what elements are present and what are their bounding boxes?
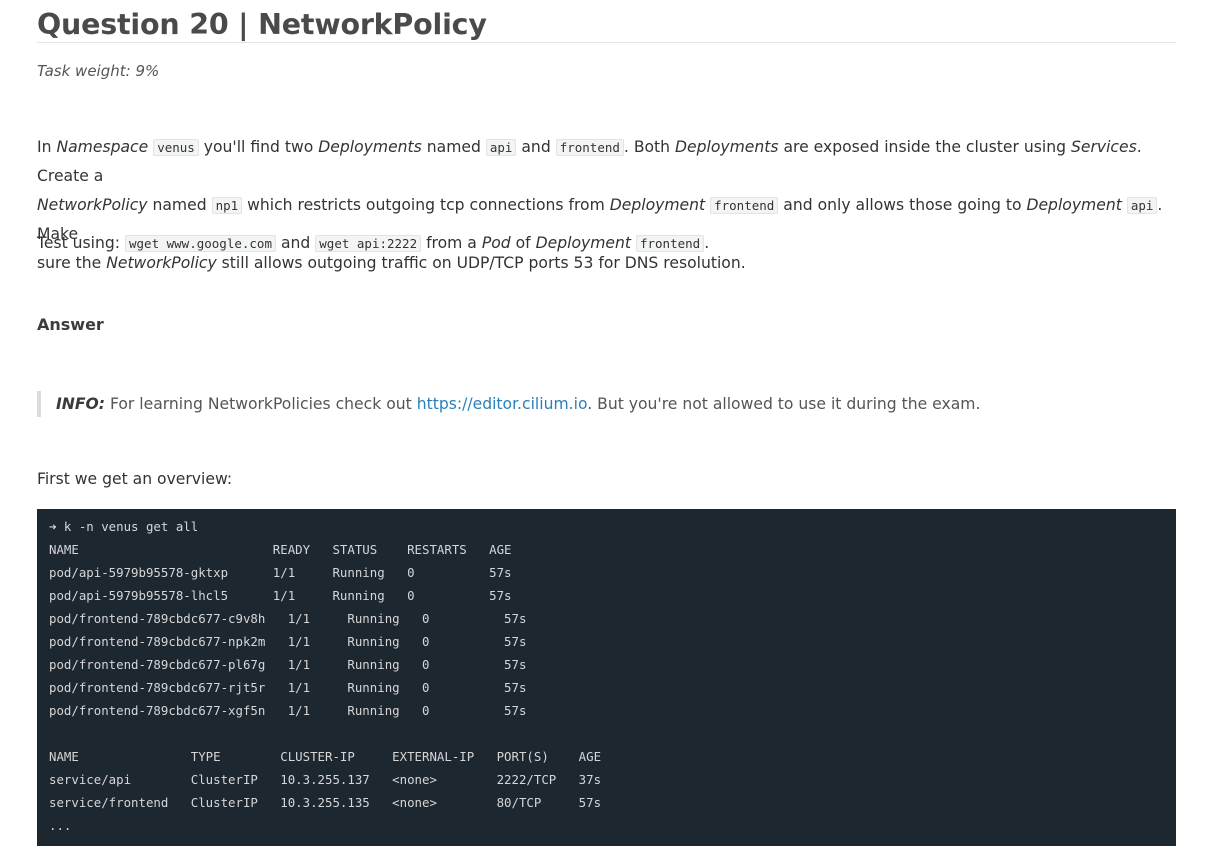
deployment-term: Deployment [535,234,632,252]
terminal-line: service/api ClusterIP 10.3.255.137 <none… [49,772,602,787]
text: and [276,234,316,252]
text: named [421,138,486,156]
overview-text: First we get an overview: [37,470,233,488]
text: . But you're not allowed to use it durin… [587,395,981,413]
terminal-output: ➜ k -n venus get all NAME READY STATUS R… [37,509,1176,846]
terminal-line: NAME TYPE CLUSTER-IP EXTERNAL-IP PORT(S)… [49,749,602,764]
text: and [516,138,556,156]
text: and only allows those going to [778,196,1027,214]
code-np1: np1 [211,197,243,214]
text: named [147,196,212,214]
text: you'll find two [198,138,319,156]
terminal-line: pod/frontend-789cbdc677-c9v8h 1/1 Runnin… [49,611,527,626]
services-term: Services [1070,138,1137,156]
terminal-line: pod/frontend-789cbdc677-npk2m 1/1 Runnin… [49,634,527,649]
text: . [704,234,710,252]
deployments-term: Deployments [675,138,779,156]
terminal-line: ➜ k -n venus get all [49,519,199,534]
terminal-line: ... [49,818,72,833]
answer-heading: Answer [37,315,104,334]
deployment-term: Deployment [609,196,706,214]
terminal-line: pod/frontend-789cbdc677-xgf5n 1/1 Runnin… [49,703,527,718]
code-wget-api: wget api:2222 [315,235,422,252]
text: . Both [623,138,676,156]
text: of [510,234,536,252]
code-venus: venus [153,139,199,156]
test-instructions: Test using: wget www.google.com and wget… [37,229,709,258]
text: from a [421,234,482,252]
document-content: Question 20 | NetworkPolicy Task weight:… [37,0,1176,846]
text: In [37,138,57,156]
page-title: Question 20 | NetworkPolicy [37,0,1176,43]
info-callout: INFO: For learning NetworkPolicies check… [37,391,980,417]
code-api: api [485,139,517,156]
terminal-line: service/frontend ClusterIP 10.3.255.135 … [49,795,602,810]
cilium-editor-link[interactable]: https://editor.cilium.io [417,395,588,413]
text: For learning NetworkPolicies check out [105,395,417,413]
namespace-term: Namespace [56,138,149,156]
terminal-line: pod/frontend-789cbdc677-pl67g 1/1 Runnin… [49,657,527,672]
networkpolicy-term: NetworkPolicy [37,196,148,214]
text: are exposed inside the cluster using [778,138,1071,156]
info-label: INFO: [56,395,105,413]
code-api: api [1126,197,1158,214]
code-frontend: frontend [635,235,705,252]
terminal-line: pod/api-5979b95578-lhcl5 1/1 Running 0 5… [49,588,512,603]
terminal-line: pod/api-5979b95578-gktxp 1/1 Running 0 5… [49,565,512,580]
code-wget-google: wget www.google.com [125,235,276,252]
task-weight: Task weight: 9% [37,62,160,80]
deployment-term: Deployment [1026,196,1122,214]
code-frontend: frontend [555,139,624,156]
text: Test using: [37,234,125,252]
pod-term: Pod [481,234,511,252]
terminal-line: pod/frontend-789cbdc677-rjt5r 1/1 Runnin… [49,680,527,695]
deployments-term: Deployments [318,138,422,156]
terminal-line: NAME READY STATUS RESTARTS AGE [49,542,512,557]
text: which restricts outgoing tcp connections… [242,196,610,214]
code-frontend: frontend [710,197,779,214]
